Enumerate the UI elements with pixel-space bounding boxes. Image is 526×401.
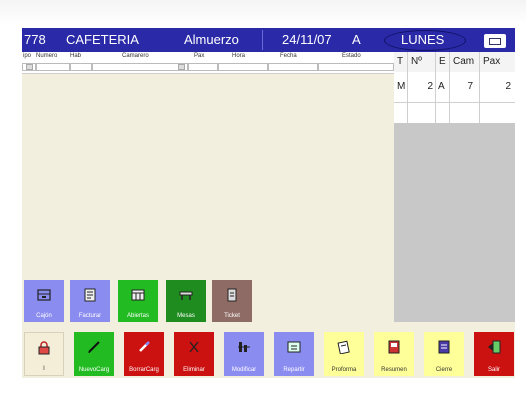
table-row[interactable]: M 2 A 7 2 <box>394 72 515 102</box>
cell-type: M <box>394 72 408 102</box>
proforma-button[interactable]: Proforma <box>324 332 364 376</box>
pencil-icon <box>87 340 101 354</box>
column-header: Numero <box>36 53 58 59</box>
summary-icon <box>387 340 401 354</box>
filter-time[interactable] <box>218 63 268 71</box>
table-number: 778 <box>24 32 46 47</box>
filter-pax[interactable] <box>188 63 218 71</box>
eliminar-label: Eliminar <box>183 367 205 373</box>
cell-number: 2 <box>408 72 436 102</box>
column-header: ipo <box>23 53 32 59</box>
col-header-status: E <box>436 52 450 72</box>
nuevo-cargo-label: NuevoCarg <box>78 367 110 373</box>
filter-row <box>22 62 394 74</box>
resumen-button[interactable]: Resumen <box>374 332 414 376</box>
invoice-icon <box>83 288 97 302</box>
column-header: Fecha <box>280 53 297 59</box>
salir-label: Salir <box>487 367 500 373</box>
close-day-icon <box>437 340 451 354</box>
mail-icon[interactable] <box>484 34 506 48</box>
tables-panel: T Nº E Cam Pax M 2 A 7 2 <box>394 52 515 322</box>
cierre-button[interactable]: Cierre <box>424 332 464 376</box>
header-divider <box>262 30 263 50</box>
shift-label: A <box>352 32 361 47</box>
col-header-number: Nº <box>408 52 436 72</box>
column-header: Hab <box>70 53 82 59</box>
cell-status: A <box>436 72 450 102</box>
col-header-waiter: Cam <box>450 52 480 72</box>
cell-waiter: 7 <box>450 72 480 102</box>
cierre-label: Cierre <box>435 367 453 373</box>
dropdown-icon[interactable] <box>26 64 33 70</box>
repartir-button[interactable]: Repartir <box>274 332 314 376</box>
filter-status[interactable] <box>318 63 394 71</box>
ticket-button[interactable]: Ticket <box>212 280 252 322</box>
tables-panel-header: T Nº E Cam Pax <box>394 52 515 72</box>
col-header-type: T <box>394 52 408 72</box>
eraser-icon <box>137 340 151 354</box>
filter-room[interactable] <box>70 63 92 71</box>
column-header: Estado <box>342 53 361 59</box>
filter-waiter[interactable] <box>92 63 188 71</box>
abiertas-button[interactable]: Abiertas <box>118 280 158 322</box>
exit-icon <box>487 340 501 354</box>
table-icon <box>179 288 193 302</box>
borrar-cargo-button[interactable]: BorrarCarg <box>124 332 164 376</box>
cajon-label: Cajón <box>36 313 52 319</box>
watermark-band <box>0 0 526 24</box>
modificar-button[interactable]: Modificar <box>224 332 264 376</box>
modificar-label: Modificar <box>231 367 257 373</box>
dropdown-icon[interactable] <box>178 64 185 70</box>
col-header-pax: Pax <box>483 56 501 67</box>
lock-button[interactable]: I <box>24 332 64 376</box>
day-badge: LUNES <box>384 30 466 51</box>
ticket-label: Ticket <box>224 313 240 319</box>
borrar-cargo-label: BorrarCarg <box>129 367 159 373</box>
column-header: Pax <box>194 53 205 59</box>
filter-number[interactable] <box>36 63 70 71</box>
day-label: LUNES <box>401 32 445 47</box>
eliminar-button[interactable]: Eliminar <box>174 332 214 376</box>
open-tables-icon <box>131 288 145 302</box>
section-name: CAFETERIA <box>66 32 139 47</box>
split-icon <box>287 340 301 354</box>
drawer-icon <box>37 288 51 302</box>
mesas-button[interactable]: Mesas <box>166 280 206 322</box>
column-header: Camarero <box>122 53 149 59</box>
date-label: 24/11/07 <box>282 32 332 47</box>
table-row-empty[interactable] <box>394 102 515 123</box>
list-column-headers: ipo Numero Hab Camarero Pax Hora Fecha E… <box>22 52 394 62</box>
facturar-label: Facturar <box>78 313 102 319</box>
proforma-label: Proforma <box>331 367 357 373</box>
cell-pax: 2 <box>505 81 511 92</box>
nuevo-cargo-button[interactable]: NuevoCarg <box>74 332 114 376</box>
facturar-button[interactable]: Facturar <box>70 280 110 322</box>
lock-label: I <box>43 366 45 372</box>
modify-icon <box>237 340 251 354</box>
mesas-label: Mesas <box>177 313 195 319</box>
meal-name: Almuerzo <box>184 32 239 47</box>
abiertas-label: Abiertas <box>126 313 149 319</box>
header-bar: 778 CAFETERIA Almuerzo 24/11/07 A LUNES <box>22 28 515 52</box>
lock-icon <box>37 341 51 355</box>
cajon-button[interactable]: Cajón <box>24 280 64 322</box>
column-header: Hora <box>232 53 246 59</box>
filter-date[interactable] <box>268 63 318 71</box>
salir-button[interactable]: Salir <box>474 332 514 376</box>
proforma-icon <box>337 340 351 354</box>
resumen-label: Resumen <box>381 367 407 373</box>
pos-window: 778 CAFETERIA Almuerzo 24/11/07 A LUNES … <box>22 28 515 378</box>
ticket-icon <box>225 288 239 302</box>
scissors-icon <box>187 340 201 354</box>
repartir-label: Repartir <box>283 367 305 373</box>
